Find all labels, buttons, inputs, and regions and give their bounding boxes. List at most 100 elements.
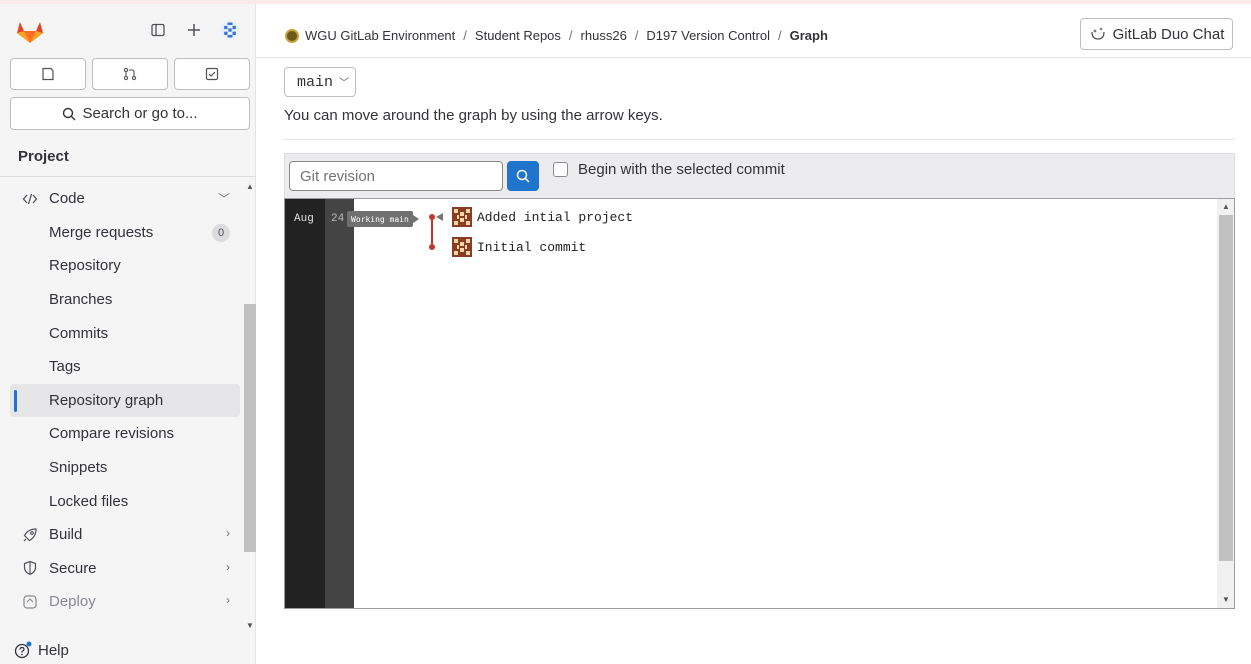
top-bar: WGU GitLab Environment / Student Repos /… (257, 4, 1251, 58)
sidebar-nav: Code ﹀ Merge requests 0 Repository Branc… (10, 182, 240, 619)
scroll-up-arrow-icon[interactable]: ▲ (246, 182, 254, 191)
help-button[interactable]: Help (14, 641, 69, 659)
sidebar-scrollbar[interactable]: ▲ ▼ (243, 180, 256, 630)
sidebar: Search or go to... Project Code ﹀ Merge … (0, 4, 256, 664)
create-new-icon[interactable] (184, 20, 204, 40)
breadcrumb-item[interactable]: Student Repos (475, 28, 561, 43)
search-label: Search or go to... (82, 105, 198, 122)
git-revision-placeholder: Git revision (300, 167, 376, 185)
shield-icon (22, 560, 42, 576)
sidebar-toggle-icon[interactable] (148, 20, 168, 40)
sidebar-item-secure[interactable]: Secure › (10, 552, 240, 586)
breadcrumb-item[interactable]: WGU GitLab Environment (305, 28, 455, 43)
commit-row[interactable]: Added intial project (452, 207, 633, 227)
count-badge: 0 (212, 223, 230, 242)
graph-scrollbar-thumb[interactable] (1219, 215, 1233, 561)
scroll-up-arrow-icon[interactable]: ▲ (1222, 202, 1230, 211)
sidebar-item-locked-files[interactable]: Locked files (10, 484, 240, 518)
sidebar-top (0, 4, 256, 56)
sidebar-item-label: Merge requests (49, 223, 154, 241)
chevron-right-icon: › (226, 559, 230, 574)
head-pointer-icon (436, 213, 443, 221)
commit-message: Initial commit (477, 239, 587, 255)
sidebar-item-commits[interactable]: Commits (10, 316, 240, 350)
chevron-down-icon: ﹀ (339, 79, 350, 90)
begin-with-commit-label: Begin with the selected commit (578, 161, 785, 178)
sidebar-divider (0, 176, 256, 177)
sidebar-item-snippets[interactable]: Snippets (10, 451, 240, 485)
scroll-down-arrow-icon[interactable]: ▼ (1222, 595, 1230, 604)
chevron-right-icon: › (226, 593, 230, 608)
graph-scrollbar[interactable]: ▲ ▼ (1217, 199, 1234, 608)
merge-request-icon (123, 67, 137, 81)
todo-button[interactable] (174, 58, 250, 90)
graph-hint-text: You can move around the graph by using t… (284, 107, 663, 124)
graph-toolbar: Git revision Begin with the selected com… (284, 153, 1235, 198)
chevron-right-icon: › (226, 525, 230, 540)
search-icon (516, 169, 530, 183)
sidebar-item-label: Compare revisions (49, 425, 175, 443)
sidebar-item-code[interactable]: Code ﹀ (10, 182, 240, 216)
breadcrumb-separator: / (634, 28, 639, 43)
scroll-down-arrow-icon[interactable]: ▼ (246, 621, 254, 630)
sidebar-item-label: Repository (49, 257, 121, 275)
sidebar-item-label: Build (49, 526, 83, 544)
git-revision-input[interactable]: Git revision (289, 161, 503, 191)
graph-month-column: Aug (285, 199, 325, 608)
sidebar-scrollbar-thumb[interactable] (244, 304, 256, 552)
sidebar-item-merge-requests[interactable]: Merge requests 0 (10, 216, 240, 250)
repository-graph[interactable]: Aug 24 Working main Added intial project… (284, 198, 1235, 609)
code-icon (22, 191, 42, 207)
branch-selector[interactable]: main ﹀ (284, 67, 356, 97)
sidebar-item-label: Locked files (49, 492, 129, 510)
graph-month-label: Aug (294, 213, 314, 225)
content-divider (284, 139, 1235, 140)
sidebar-item-repository[interactable]: Repository (10, 249, 240, 283)
sidebar-item-label: Branches (49, 291, 113, 309)
commit-dot[interactable] (429, 214, 435, 220)
merge-requests-button[interactable] (92, 58, 168, 90)
sidebar-item-label: Secure (49, 559, 97, 577)
sidebar-item-label: Commits (49, 324, 109, 342)
breadcrumb-separator: / (568, 28, 573, 43)
sidebar-item-compare-revisions[interactable]: Compare revisions (10, 417, 240, 451)
duo-chat-label: GitLab Duo Chat (1112, 25, 1225, 43)
user-avatar-icon[interactable] (220, 20, 240, 40)
sidebar-item-label: Code (49, 190, 85, 208)
project-section-title: Project (18, 148, 69, 165)
revision-search-button[interactable] (507, 161, 539, 191)
issues-button[interactable] (10, 58, 86, 90)
breadcrumb-separator: / (778, 28, 782, 43)
todo-icon (205, 67, 219, 81)
chevron-down-icon: ﹀ (217, 192, 230, 206)
commit-message: Added intial project (477, 209, 634, 225)
sidebar-item-tags[interactable]: Tags (10, 350, 240, 384)
breadcrumb-item[interactable]: D197 Version Control (646, 28, 770, 43)
commit-author-avatar-icon (452, 207, 472, 227)
sidebar-item-label: Repository graph (49, 391, 164, 409)
group-avatar-icon (285, 28, 299, 43)
help-icon (14, 641, 32, 659)
graph-day-column: 24 (325, 199, 354, 608)
commit-author-avatar-icon (452, 237, 472, 257)
commit-dot[interactable] (429, 244, 435, 250)
search-icon (63, 107, 76, 120)
gitlab-logo-icon[interactable] (16, 20, 44, 44)
sidebar-item-label: Tags (49, 358, 81, 376)
begin-with-commit-checkbox[interactable] (553, 162, 568, 177)
breadcrumb-item[interactable]: rhuss26 (581, 28, 627, 43)
begin-with-selected-commit[interactable]: Begin with the selected commit (553, 161, 785, 178)
sidebar-item-build[interactable]: Build › (10, 518, 240, 552)
search-button[interactable]: Search or go to... (10, 97, 250, 130)
branch-ref-label[interactable]: Working main (347, 211, 419, 227)
breadcrumb-current[interactable]: Graph (790, 28, 828, 43)
breadcrumb-separator: / (463, 28, 467, 43)
duo-chat-button[interactable]: GitLab Duo Chat (1080, 18, 1233, 50)
sidebar-item-label: Deploy (49, 593, 96, 611)
commit-graph-lines (429, 213, 443, 250)
commit-row[interactable]: Initial commit (452, 237, 586, 257)
sidebar-item-branches[interactable]: Branches (10, 283, 240, 317)
sidebar-quick-actions (10, 58, 250, 90)
sidebar-item-repository-graph[interactable]: Repository graph (10, 383, 240, 418)
sidebar-item-deploy[interactable]: Deploy › (10, 585, 240, 619)
